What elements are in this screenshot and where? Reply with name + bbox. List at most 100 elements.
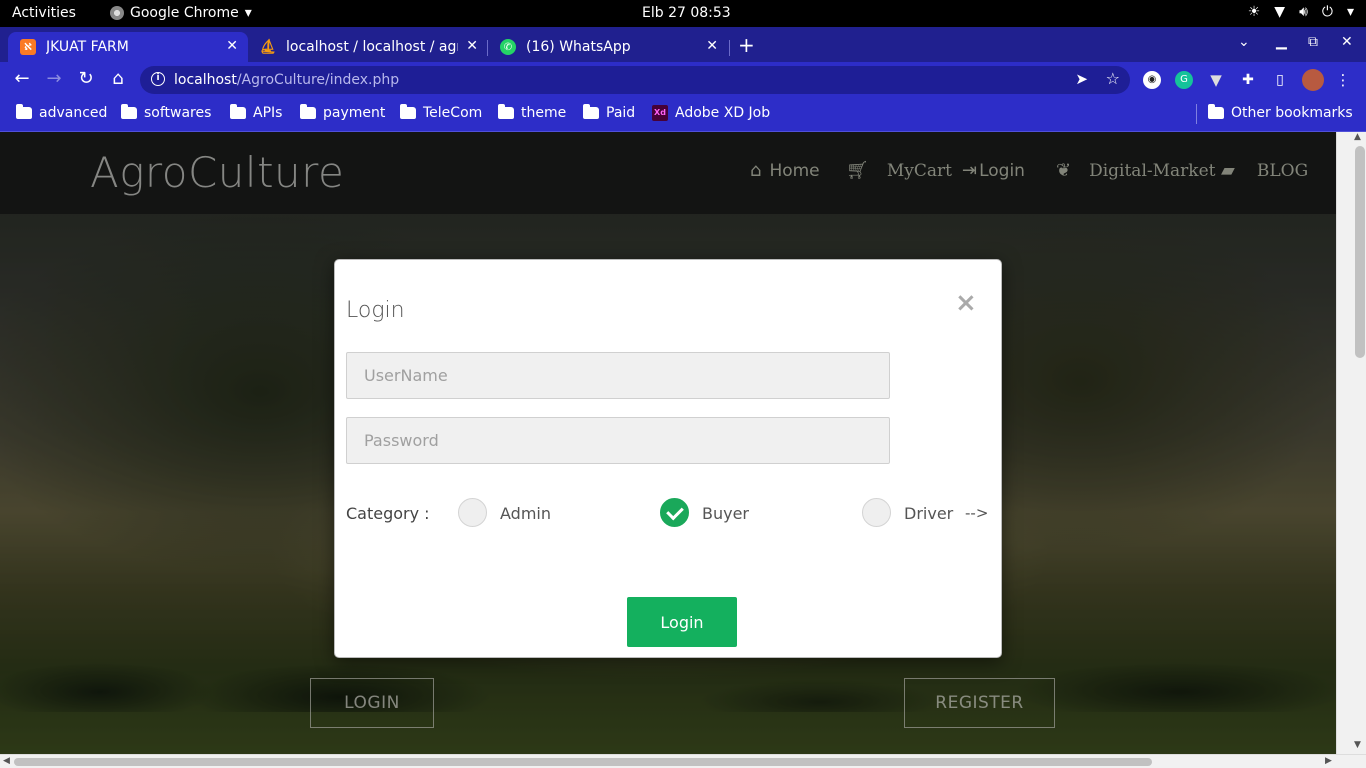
phpmyadmin-icon: ⛵︎ [259, 39, 277, 55]
bookmarks-divider [1196, 104, 1197, 124]
activities-button[interactable]: Activities [12, 5, 76, 21]
tab-jkuat-farm[interactable]: ℵ JKUAT FARM ✕ [8, 32, 248, 62]
kebab-menu-icon[interactable]: ⋮ [1334, 71, 1352, 89]
scroll-right-arrow-icon[interactable]: ▶ [1325, 756, 1332, 766]
chevron-down-icon: ▾ [1346, 4, 1354, 20]
url-text[interactable]: localhost/AgroCulture/index.php [174, 72, 399, 88]
radio-admin[interactable] [458, 498, 487, 527]
radio-driver-label[interactable]: Driver [904, 504, 953, 523]
category-label: Category : [346, 504, 430, 523]
close-window-icon[interactable]: ✕ [1341, 34, 1353, 50]
grammarly-icon[interactable]: G [1175, 71, 1193, 89]
close-icon[interactable]: × [955, 288, 977, 318]
tab-title: localhost / localhost / agr [286, 39, 458, 55]
power-icon: ⏻ [1321, 4, 1333, 20]
brightness-icon: ☀ [1247, 4, 1261, 20]
reload-icon[interactable]: ↻ [74, 68, 98, 89]
extensions-puzzle-icon[interactable]: ✚ [1239, 71, 1257, 89]
bookmarks-bar: advanced softwares APIs payment TeleCom … [0, 98, 1366, 132]
extension-icon[interactable]: ◉ [1143, 71, 1161, 89]
system-top-bar: Activities Google Chrome ▾ Elb 27 08:53 … [0, 0, 1366, 27]
bookmark-label: Paid [606, 105, 636, 121]
password-input[interactable] [346, 417, 890, 464]
folder-icon [300, 104, 316, 119]
site-info-icon[interactable]: i [151, 72, 165, 86]
folder-icon [16, 104, 32, 119]
other-bookmarks-folder[interactable]: Other bookmarks [1208, 104, 1353, 121]
vertical-scrollbar[interactable]: ▲ ▼ [1336, 132, 1366, 754]
radio-buyer-label[interactable]: Buyer [702, 504, 749, 523]
close-tab-icon[interactable]: ✕ [706, 38, 718, 54]
home-icon[interactable]: ⌂ [106, 68, 130, 89]
stray-comment-text: --> [965, 504, 989, 522]
login-submit-button[interactable]: Login [627, 597, 737, 647]
bookmark-label: softwares [144, 105, 212, 121]
bookmark-label: APIs [253, 105, 283, 121]
adobe-xd-icon: Xd [652, 105, 668, 121]
horizontal-scroll-thumb[interactable] [14, 758, 1152, 766]
chrome-icon [110, 6, 124, 20]
radio-buyer[interactable] [660, 498, 689, 527]
bookmark-folder-advanced[interactable]: advanced [16, 104, 108, 121]
bookmark-adobe-xd-job[interactable]: Xd Adobe XD Job [652, 105, 770, 121]
scroll-left-arrow-icon[interactable]: ◀ [3, 756, 10, 766]
send-tab-icon[interactable]: ➤ [1075, 70, 1088, 88]
bookmark-label: Adobe XD Job [675, 105, 771, 121]
bookmark-star-icon[interactable]: ☆ [1106, 69, 1120, 88]
tab-whatsapp[interactable]: ✆ (16) WhatsApp ✕ [488, 32, 728, 62]
horizontal-scrollbar[interactable]: ◀ ▶ [0, 754, 1366, 768]
bookmark-folder-apis[interactable]: APIs [230, 104, 283, 121]
whatsapp-icon: ✆ [500, 39, 516, 55]
bookmark-label: theme [521, 105, 567, 121]
scroll-up-arrow-icon[interactable]: ▲ [1354, 132, 1361, 142]
page-viewport: AgroCulture ⌂ Home 🛒︎ MyCart ⇥ Login ❦ D… [0, 132, 1336, 754]
xampp-icon: ℵ [20, 39, 36, 55]
folder-icon [583, 104, 599, 119]
avatar[interactable] [1302, 69, 1324, 91]
login-modal: Login × Category : Admin Buyer Driver --… [334, 259, 1002, 658]
bookmark-label: TeleCom [423, 105, 483, 121]
back-icon[interactable]: ← [10, 68, 34, 89]
bookmark-folder-telecom[interactable]: TeleCom [400, 104, 483, 121]
bookmark-folder-paid[interactable]: Paid [583, 104, 636, 121]
scroll-down-arrow-icon[interactable]: ▼ [1354, 740, 1361, 750]
bookmark-folder-payment[interactable]: payment [300, 104, 386, 121]
modal-title: Login [346, 298, 405, 323]
side-panel-icon[interactable]: ▯ [1271, 71, 1289, 89]
bookmark-label: advanced [39, 105, 108, 121]
tab-title: (16) WhatsApp [526, 39, 631, 55]
folder-icon [121, 104, 137, 119]
wifi-icon: ▼ [1274, 4, 1286, 20]
tab-title: JKUAT FARM [46, 39, 129, 55]
bookmark-label: Other bookmarks [1231, 105, 1353, 121]
bookmark-label: payment [323, 105, 386, 121]
system-tray[interactable]: ☀ ▼ 🔊︎ ⏻ ▾ [1248, 4, 1354, 20]
address-bar[interactable]: i localhost/AgroCulture/index.php ➤ ☆ [140, 66, 1130, 94]
vertical-scroll-thumb[interactable] [1355, 146, 1365, 358]
app-name: Google Chrome [130, 5, 239, 21]
app-menu[interactable]: Google Chrome ▾ [110, 5, 252, 21]
folder-icon [498, 104, 514, 119]
vue-devtools-icon[interactable]: ▼ [1207, 71, 1225, 89]
radio-admin-label[interactable]: Admin [500, 504, 551, 523]
username-input[interactable] [346, 352, 890, 399]
close-tab-icon[interactable]: ✕ [466, 38, 478, 54]
tab-phpmyadmin[interactable]: ⛵︎ localhost / localhost / agr ✕ [248, 32, 488, 62]
minimize-icon[interactable]: ▁ [1276, 34, 1287, 50]
radio-driver[interactable] [862, 498, 891, 527]
tab-search-icon[interactable]: ⌄ [1238, 34, 1250, 50]
volume-icon: 🔊︎ [1299, 4, 1308, 20]
maximize-icon[interactable]: ⧉ [1308, 34, 1318, 50]
caret-down-icon: ▾ [244, 5, 252, 21]
bookmark-folder-theme[interactable]: theme [498, 104, 567, 121]
new-tab-button[interactable]: + [738, 33, 755, 57]
bookmark-folder-softwares[interactable]: softwares [121, 104, 212, 121]
folder-icon [400, 104, 416, 119]
tab-strip: ℵ JKUAT FARM ✕ ⛵︎ localhost / localhost … [0, 27, 1366, 62]
tab-separator [729, 40, 730, 56]
forward-icon[interactable]: → [42, 68, 66, 89]
browser-toolbar: ← → ↻ ⌂ i localhost/AgroCulture/index.ph… [0, 62, 1366, 98]
clock[interactable]: Elb 27 08:53 [642, 5, 731, 21]
close-tab-icon[interactable]: ✕ [226, 38, 238, 54]
folder-icon [1208, 104, 1224, 119]
